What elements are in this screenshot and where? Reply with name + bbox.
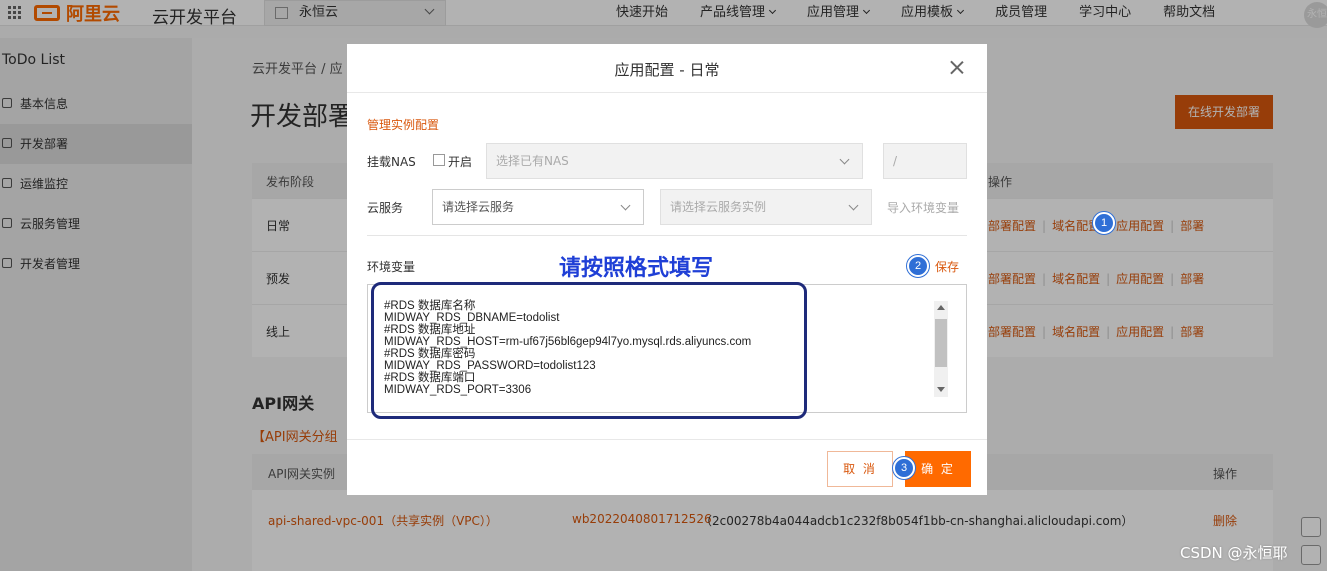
cloud-instance-select[interactable]: 请选择云服务实例 [660,189,872,225]
scroll-down-icon[interactable] [937,387,945,392]
scrollbar[interactable] [934,301,948,397]
chevron-down-icon [848,200,859,211]
scroll-up-icon[interactable] [937,305,945,310]
nas-label: 挂载NAS [367,155,416,169]
scroll-thumb[interactable] [935,319,947,367]
nas-path-value: / [893,154,898,168]
import-env-link[interactable]: 导入环境变量 [887,199,959,216]
dialog-footer: 取 消 确 定 [347,439,987,495]
save-link[interactable]: 保存 [935,258,959,275]
cloud-instance-placeholder: 请选择云服务实例 [670,200,767,214]
chevron-down-icon [839,154,850,165]
step-badge-1: 1 [1093,212,1115,234]
chevron-down-icon [620,200,631,211]
dialog-header: 应用配置 - 日常 [347,44,987,93]
close-icon[interactable] [947,58,967,78]
dialog-title: 应用配置 - 日常 [614,61,720,79]
section-title: 管理实例配置 [367,118,440,132]
nas-enable-label[interactable]: 开启 [448,153,472,170]
annotation-highlight [371,282,807,419]
cloud-service-placeholder: 请选择云服务 [442,200,515,214]
step-badge-3: 3 [893,457,915,479]
nas-select[interactable]: 选择已有NAS [486,143,863,179]
annotation-text: 请按照格式填写 [559,256,714,281]
nas-enable-checkbox[interactable] [433,154,445,166]
cancel-button[interactable]: 取 消 [827,451,893,487]
nas-select-placeholder: 选择已有NAS [496,154,569,168]
step-badge-2: 2 [907,255,929,277]
cloud-service-select[interactable]: 请选择云服务 [432,189,644,225]
cloud-service-label: 云服务 [367,201,404,215]
divider [367,235,967,236]
env-label: 环境变量 [367,260,416,274]
nas-path-input[interactable]: / [883,143,967,179]
app-config-dialog: 应用配置 - 日常 管理实例配置 挂载NAS 开启 选择已有NAS / 云服务 … [347,44,987,495]
watermark: CSDN @永恒耶 [1180,544,1288,562]
